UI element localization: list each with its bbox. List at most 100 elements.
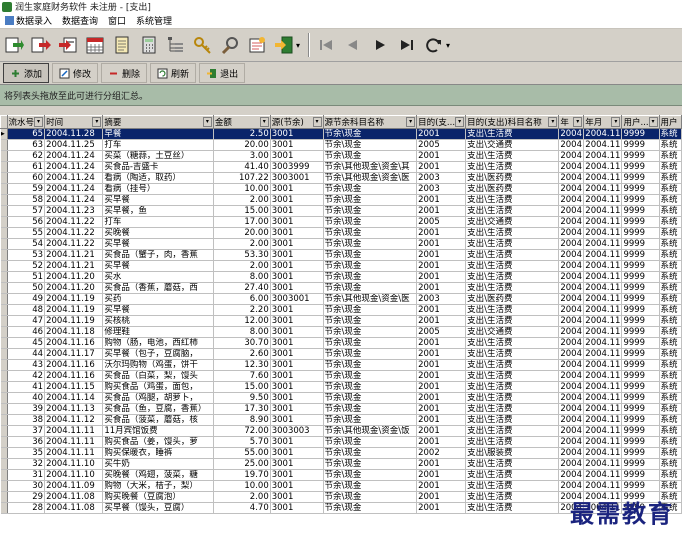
table-cell[interactable]: 2004.11 [583,458,623,470]
column-header[interactable]: 金额 ▾ [212,115,271,129]
table-cell[interactable]: 2001 [416,469,467,481]
table-cell[interactable]: 3003001 [270,172,324,184]
table-row[interactable]: 40 2004.11.14 买食品（鸡腿，胡萝卜， 9.50 3001 节余\现金 2001… [0,392,682,404]
table-cell[interactable]: 2004.11.24 [44,183,104,195]
table-cell[interactable]: 节余\现金 [323,337,418,349]
table-cell[interactable]: 系统 [659,128,682,140]
table-cell[interactable]: 12.00 [213,315,271,327]
column-filter-icon[interactable]: ▾ [611,117,621,127]
table-row[interactable]: 47 2004.11.19 买核桃 12.00 3001 节余\现金 2001 支出\生活费 2… [0,315,682,327]
table-cell[interactable]: 9999 [621,370,660,382]
table-cell[interactable]: 2004 [558,370,585,382]
exit-button[interactable]: 退出 [199,63,246,83]
table-cell[interactable]: 61 [7,161,46,173]
table-cell[interactable]: 节余\其他现金\资金\其 [323,161,418,173]
table-cell[interactable]: 买食品-吉盛卡 [102,161,214,173]
table-cell[interactable]: 支出\生活费 [465,381,560,393]
table-cell[interactable]: 2004.11 [583,447,623,459]
table-cell[interactable]: 系统 [659,249,682,261]
tree-button[interactable] [164,32,188,58]
table-cell[interactable]: 9999 [621,304,660,316]
table-cell[interactable]: 2004 [558,161,585,173]
table-cell[interactable]: 节余\现金 [323,205,418,217]
table-cell[interactable]: 2004.11 [583,293,623,305]
table-cell[interactable]: 3001 [270,502,324,514]
table-cell[interactable]: 49 [7,293,46,305]
table-cell[interactable]: 2004.11 [583,436,623,448]
column-header[interactable]: 年月 ▾ [583,115,623,129]
table-cell[interactable]: 2004.11.16 [44,359,104,371]
table-cell[interactable]: 2004.11 [583,139,623,151]
table-cell[interactable]: 3001 [270,260,324,272]
table-cell[interactable]: 买食品（白菜，梨，馒头 [102,370,214,382]
table-row[interactable]: 56 2004.11.22 打车 17.00 3001 节余\现金 2005 支出\交通费 20… [0,216,682,228]
table-row[interactable]: 61 2004.11.24 买食品-吉盛卡 41.40 3003999 节余\其他现金\资… [0,161,682,173]
table-row[interactable]: 50 2004.11.20 买食品（香蕉，蘑菇，西 27.40 3001 节余\现金 200… [0,282,682,294]
table-cell[interactable]: 2004.11 [583,480,623,492]
table-cell[interactable]: 买药 [102,293,214,305]
table-cell[interactable]: 支出\生活费 [465,304,560,316]
table-cell[interactable]: 节余\现金 [323,139,418,151]
table-cell[interactable]: 2004.11.24 [44,194,104,206]
table-cell[interactable]: 8.00 [213,326,271,338]
table-cell[interactable]: 支出\生活费 [465,227,560,239]
table-cell[interactable]: 59 [7,183,46,195]
table-cell[interactable]: 2004 [558,205,585,217]
table-cell[interactable]: 9999 [621,172,660,184]
table-cell[interactable]: 2004 [558,480,585,492]
table-cell[interactable]: 支出\生活费 [465,161,560,173]
table-cell[interactable]: 购物（大米，桔子，梨） [102,480,214,492]
table-cell[interactable]: 3001 [270,194,324,206]
table-cell[interactable]: 9999 [621,447,660,459]
table-cell[interactable]: 11月宾馆饭费 [102,425,214,437]
table-cell[interactable]: 72.00 [213,425,271,437]
table-cell[interactable]: 2.00 [213,238,271,250]
table-cell[interactable]: 9999 [621,414,660,426]
column-filter-icon[interactable]: ▾ [406,117,416,127]
table-cell[interactable]: 2003 [416,293,467,305]
table-cell[interactable]: 系统 [659,304,682,316]
table-cell[interactable]: 2004 [558,293,585,305]
table-cell[interactable]: 2001 [416,480,467,492]
table-cell[interactable]: 62 [7,150,46,162]
table-cell[interactable]: 9999 [621,348,660,360]
table-cell[interactable]: 3001 [270,315,324,327]
table-cell[interactable]: 28 [7,502,46,514]
table-cell[interactable]: 45 [7,337,46,349]
add-button[interactable]: 添加 [3,63,50,83]
table-cell[interactable]: 系统 [659,337,682,349]
table-cell[interactable]: 2001 [416,161,467,173]
table-cell[interactable]: 支出\医药费 [465,293,560,305]
table-cell[interactable]: 2004.11.24 [44,150,104,162]
table-cell[interactable]: 38 [7,414,46,426]
table-row[interactable]: 36 2004.11.11 购买食品（姜，馒头，萝 5.70 3001 节余\现金 2001… [0,436,682,448]
table-cell[interactable]: 2004 [558,227,585,239]
column-filter-icon[interactable]: ▾ [259,117,269,127]
table-cell[interactable]: 节余\现金 [323,282,418,294]
table-cell[interactable]: 9999 [621,282,660,294]
table-row[interactable]: 49 2004.11.19 买药 6.00 3003001 节余\其他现金\资金\医 200… [0,293,682,305]
table-cell[interactable]: 2004 [558,216,585,228]
table-cell[interactable]: 9999 [621,271,660,283]
table-cell[interactable]: 2004.11.11 [44,425,104,437]
entry-button[interactable] [2,32,26,58]
table-cell[interactable]: 2001 [416,436,467,448]
table-cell[interactable]: 2004.11 [583,227,623,239]
table-cell[interactable]: 支出\生活费 [465,370,560,382]
table-cell[interactable]: 2004 [558,469,585,481]
table-cell[interactable]: 41.40 [213,161,271,173]
table-cell[interactable]: 17.30 [213,403,271,415]
table-cell[interactable]: 53 [7,249,46,261]
table-cell[interactable]: 2004.11.19 [44,315,104,327]
table-cell[interactable]: 3001 [270,205,324,217]
table-cell[interactable]: 2003 [416,172,467,184]
table-cell[interactable]: 2004.11.11 [44,436,104,448]
table-cell[interactable]: 支出\生活费 [465,403,560,415]
table-cell[interactable]: 系统 [659,326,682,338]
table-cell[interactable]: 节余\现金 [323,480,418,492]
table-cell[interactable]: 5.70 [213,436,271,448]
table-cell[interactable]: 2004.11.20 [44,282,104,294]
column-filter-icon[interactable]: ▾ [648,117,658,127]
table-cell[interactable]: 2004.11.18 [44,326,104,338]
key-button[interactable] [191,32,215,58]
